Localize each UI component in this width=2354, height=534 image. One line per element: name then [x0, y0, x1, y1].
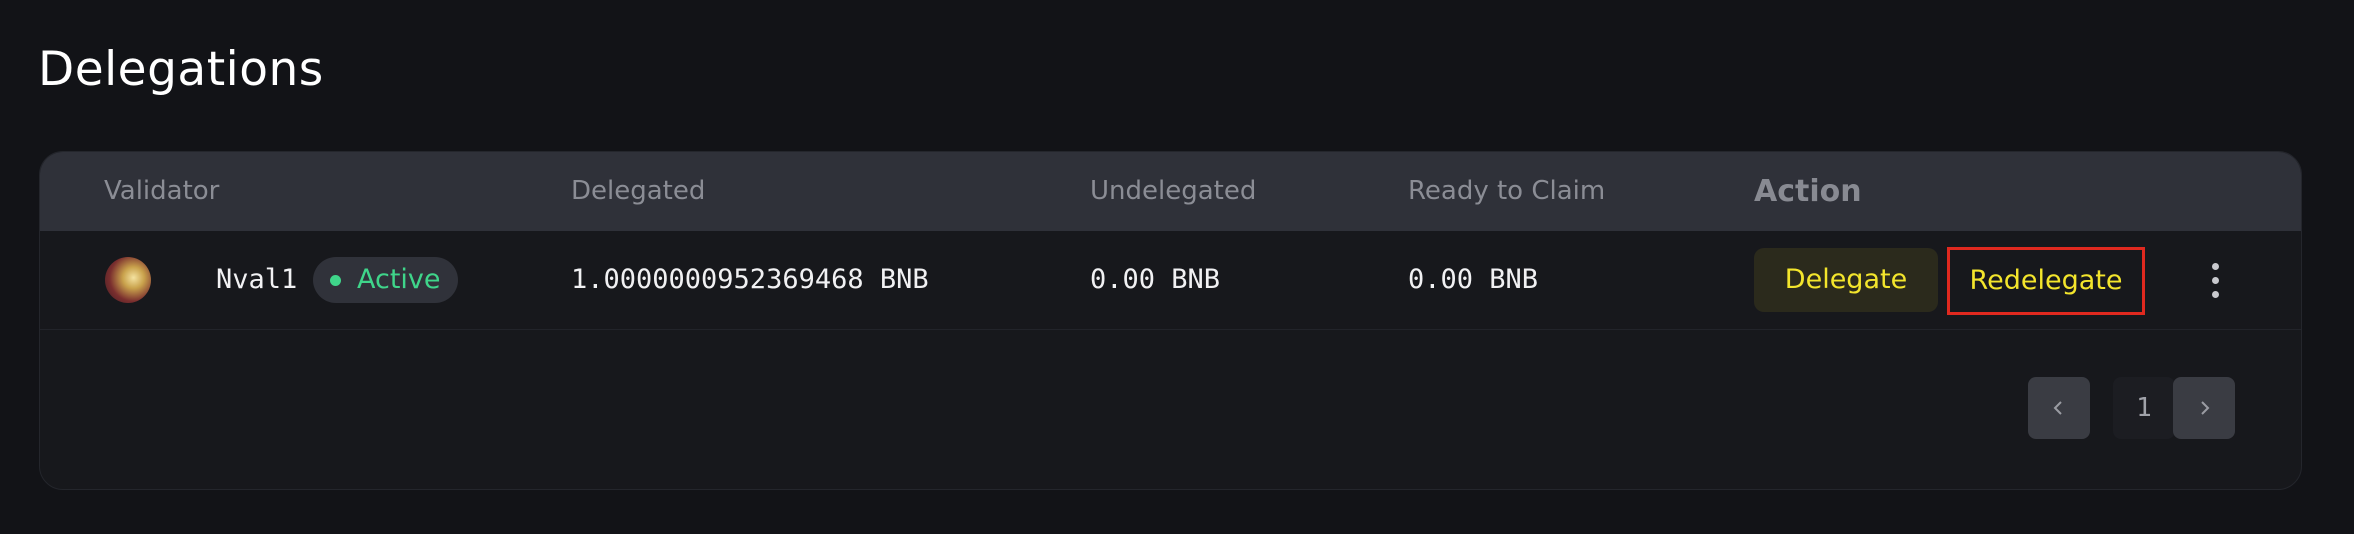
column-header-action: Action — [1754, 174, 1862, 209]
table-row: Nval1 Active 1.0000000952369468 BNB 0.00… — [40, 231, 2301, 330]
pagination-current-page[interactable]: 1 — [2113, 377, 2175, 439]
kebab-dot — [2212, 263, 2219, 270]
validator-avatar — [105, 257, 151, 303]
kebab-dot — [2212, 277, 2219, 284]
table-header: Validator Delegated Undelegated Ready to… — [40, 152, 2301, 231]
status-dot-icon — [330, 275, 341, 286]
chevron-left-icon — [2053, 401, 2062, 415]
chevron-right-icon — [2201, 401, 2210, 415]
column-header-ready-to-claim: Ready to Claim — [1408, 176, 1606, 206]
column-header-delegated: Delegated — [571, 176, 706, 206]
validator-name[interactable]: Nval1 — [216, 231, 297, 329]
redelegate-button[interactable]: Redelegate — [1947, 247, 2145, 315]
delegations-page: Delegations Validator Delegated Undelega… — [0, 0, 2354, 534]
pagination-next-button[interactable] — [2173, 377, 2235, 439]
kebab-dot — [2212, 291, 2219, 298]
delegations-table: Validator Delegated Undelegated Ready to… — [39, 151, 2302, 490]
page-title: Delegations — [38, 42, 324, 97]
delegated-amount: 1.0000000952369468 BNB — [571, 264, 929, 295]
pagination-prev-button[interactable] — [2028, 377, 2090, 439]
status-badge: Active — [313, 257, 458, 303]
column-header-validator: Validator — [104, 176, 220, 206]
column-header-undelegated: Undelegated — [1090, 176, 1257, 206]
more-vertical-icon[interactable] — [2205, 261, 2227, 301]
ready-to-claim-amount: 0.00 BNB — [1408, 264, 1539, 295]
status-badge-label: Active — [357, 264, 441, 295]
delegate-button[interactable]: Delegate — [1754, 248, 1938, 312]
undelegated-amount: 0.00 BNB — [1090, 264, 1221, 295]
